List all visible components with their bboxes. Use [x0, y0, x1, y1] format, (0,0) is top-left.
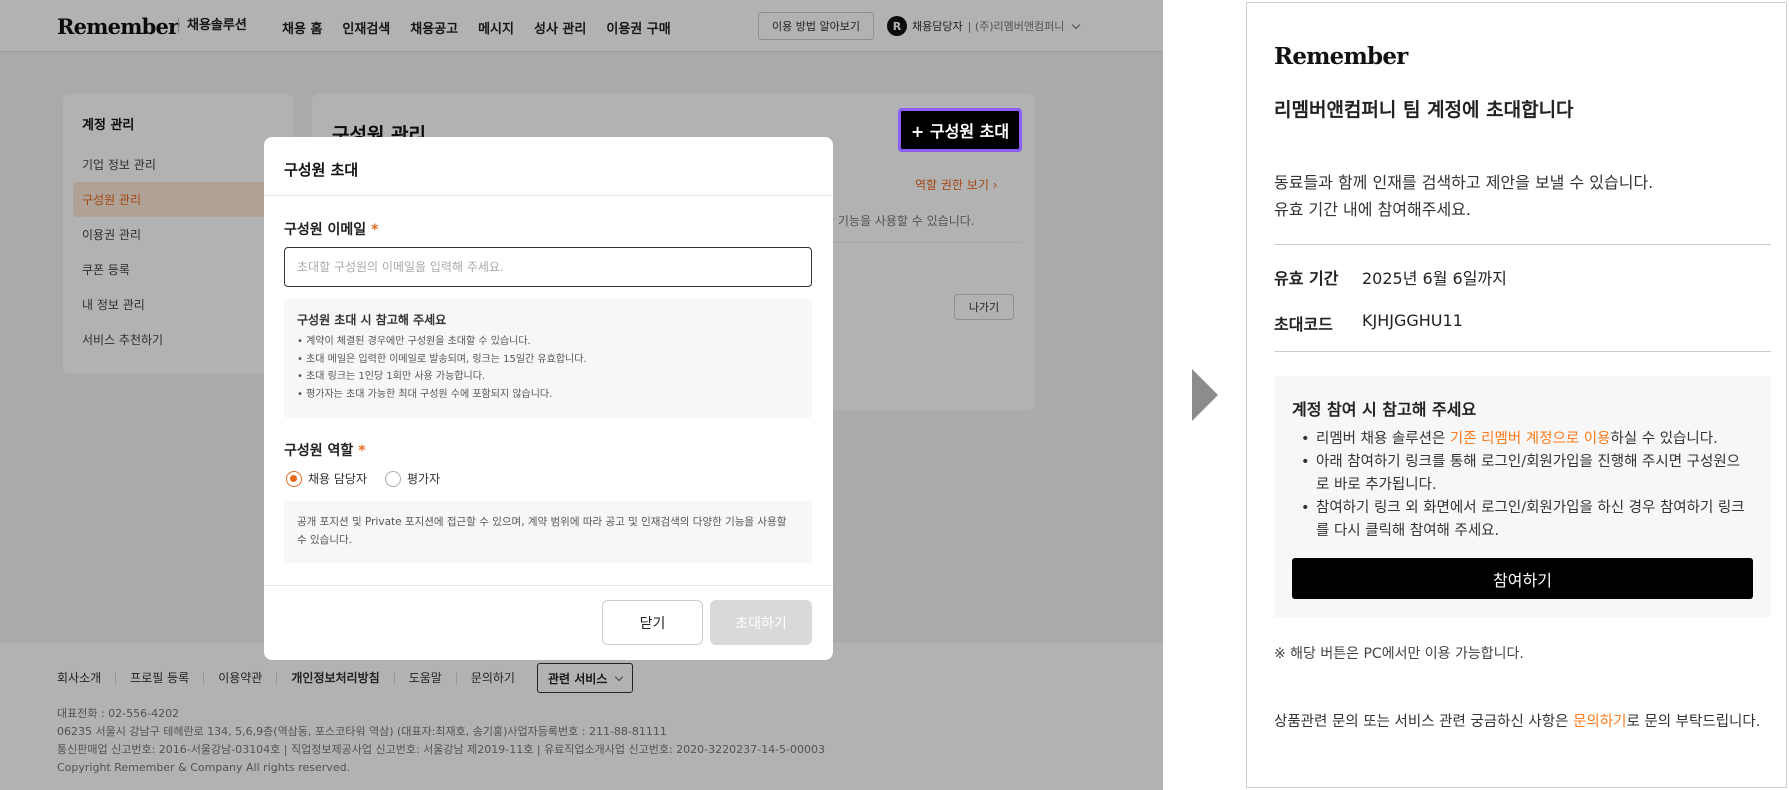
invite-notes: 구성원 초대 시 참고해 주세요 • 계약이 체결된 경우에만 구성원을 초대할…: [284, 299, 812, 418]
role-radio-evaluator[interactable]: 평가자: [385, 470, 440, 487]
list-item: 참여하기 링크 외 화면에서 로그인/회원가입을 하신 경우 참여하기 링크를 …: [1292, 497, 1753, 543]
highlight-text: 기존 리멤버 계정으로 이용: [1449, 431, 1611, 447]
radio-unchecked-icon: [385, 470, 402, 487]
invite-code-value: KJHJGGHU11: [1362, 311, 1463, 330]
invite-code-label: 초대코드: [1274, 315, 1333, 334]
invite-member-button[interactable]: + 구성원 초대: [898, 108, 1022, 152]
modal-title: 구성원 초대: [284, 161, 359, 179]
arrow-right-icon: [1192, 369, 1218, 421]
role-description: 공개 포지션 및 Private 포지션에 접근할 수 있으며, 계약 범위에 …: [284, 501, 812, 563]
recruit-admin-screen: Remember 채용솔루션 채용 홈 인재검색 채용공고 메시지 성사 관리 …: [0, 0, 1163, 790]
invite-code-row: 초대코드 KJHJGGHU11: [1274, 311, 1463, 335]
email-heading: 리멤버앤컴퍼니 팀 계정에 초대합니다: [1274, 99, 1574, 121]
invite-submit-button[interactable]: 초대하기: [710, 600, 812, 645]
remember-logo: Remember: [1274, 43, 1408, 70]
invite-notes-title: 구성원 초대 시 참고해 주세요: [297, 313, 447, 327]
required-mark: *: [358, 443, 366, 459]
close-button[interactable]: 닫기: [602, 600, 703, 645]
invite-member-modal: 구성원 초대 구성원 이메일* 구성원 초대 시 참고해 주세요 • 계약이 체…: [264, 137, 833, 660]
list-item: 아래 참여하기 링크를 통해 로그인/회원가입을 진행해 주시면 구성원으로 바…: [1292, 451, 1753, 497]
invite-note: • 평가자는 초대 가능한 최대 구성원 수에 포함되지 않습니다.: [297, 388, 553, 400]
join-button[interactable]: 참여하기: [1292, 558, 1753, 599]
invite-note: • 초대 메일은 입력한 이메일로 발송되며, 링크는 15일간 유효합니다.: [297, 353, 587, 365]
pc-only-note: ※ 해당 버튼은 PC에서만 이용 가능합니다.: [1274, 646, 1524, 662]
email-intro: 동료들과 함께 인재를 검색하고 제안을 보낼 수 있습니다. 유효 기간 내에…: [1274, 173, 1654, 219]
email-field-label: 구성원 이메일 *: [284, 222, 379, 238]
join-guide-card: 계정 참여 시 참고해 주세요 리멤버 채용 솔루션은 기존 리멤버 계정으로 …: [1274, 376, 1771, 617]
valid-period-row: 유효 기간 2025년 6월 6일까지: [1274, 265, 1507, 289]
divider: [264, 585, 833, 586]
member-email-input[interactable]: [284, 247, 812, 287]
valid-period-value: 2025년 6월 6일까지: [1362, 269, 1507, 288]
divider: [1274, 351, 1771, 352]
divider: [1274, 244, 1771, 245]
required-mark: *: [371, 222, 379, 238]
divider: [264, 195, 833, 196]
join-guide-title: 계정 참여 시 참고해 주세요: [1292, 400, 1477, 419]
role-field-label: 구성원 역할 *: [284, 443, 366, 459]
invite-note: • 계약이 체결된 경우에만 구성원을 초대할 수 있습니다.: [297, 336, 531, 347]
invitation-email: Remember 리멤버앤컴퍼니 팀 계정에 초대합니다 동료들과 함께 인재를…: [1246, 2, 1787, 788]
radio-checked-icon: [286, 470, 302, 487]
join-guide-list: 리멤버 채용 솔루션은 기존 리멤버 계정으로 이용하실 수 있습니다. 아래 …: [1292, 428, 1753, 543]
valid-period-label: 유효 기간: [1274, 269, 1339, 288]
invite-note: • 초대 링크는 1인당 1회만 사용 가능합니다.: [297, 371, 486, 382]
list-item: 리멤버 채용 솔루션은 기존 리멤버 계정으로 이용하실 수 있습니다.: [1292, 428, 1753, 451]
inquiry-text: 상품관련 문의 또는 서비스 관련 궁금하신 사항은 문의하기로 문의 부탁드립…: [1274, 714, 1761, 730]
role-radio-group: 채용 담당자 평가자: [286, 470, 440, 487]
inquiry-link[interactable]: 문의하기: [1573, 714, 1626, 730]
role-radio-recruiter[interactable]: 채용 담당자: [286, 470, 367, 487]
